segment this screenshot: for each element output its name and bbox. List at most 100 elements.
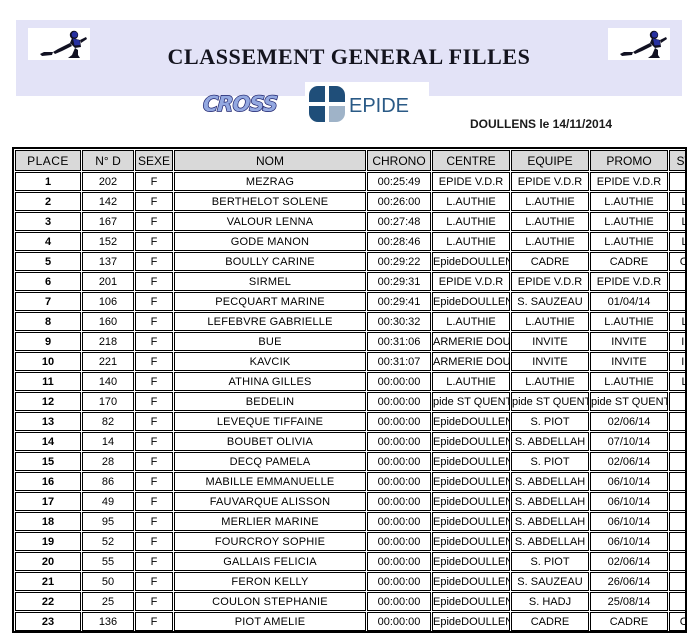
cell-chrono: 00:26:00 xyxy=(367,192,431,211)
cell-dossard: 221 xyxy=(82,352,134,371)
cell-promo: INVITE xyxy=(590,352,668,371)
cell-chrono: 00:00:00 xyxy=(367,452,431,471)
cell-dossard: 167 xyxy=(82,212,134,231)
cell-statut: VI xyxy=(669,552,685,571)
column-header-centre: CENTRE xyxy=(432,150,510,171)
epide-logo-text: EPIDE xyxy=(349,95,410,117)
column-header-nom: NOM xyxy=(174,150,366,171)
cell-centre: EPIDE V.D.R xyxy=(432,172,510,191)
cell-sexe: F xyxy=(135,172,173,191)
cell-nom: BOUBET OLIVIA xyxy=(174,432,366,451)
table-row: 22 25 F COULON STEPHANIE 00:00:00 EpideDOULLE… xyxy=(15,592,685,611)
cell-equipe: S. HADJ xyxy=(511,592,589,611)
table-row: 6 201 F SIRMEL 00:29:31 EPIDE V.D.R EPIDE V.D.… xyxy=(15,272,685,291)
cell-place: 22 xyxy=(15,592,81,611)
cell-centre: EpideDOULLENS xyxy=(432,592,510,611)
cell-sexe: F xyxy=(135,552,173,571)
table-row: 1 202 F MEZRAG 00:25:49 EPIDE V.D.R EPIDE V.D.… xyxy=(15,172,685,191)
cell-dossard: 49 xyxy=(82,492,134,511)
cell-centre: EpideDOULLENS xyxy=(432,532,510,551)
cell-promo: 06/10/14 xyxy=(590,512,668,531)
cell-sexe: F xyxy=(135,312,173,331)
cell-sexe: F xyxy=(135,472,173,491)
table-row: 2055FGALLAIS FELICIA00:00:00EpideDOULLEN… xyxy=(15,552,685,571)
cell-equipe: L.AUTHIE xyxy=(511,232,589,251)
cell-sexe: F xyxy=(135,492,173,511)
cell-equipe: S. PIOT xyxy=(511,412,589,431)
cell-statut: Lycéen xyxy=(669,372,685,391)
cell-centre: L.AUTHIE xyxy=(432,372,510,391)
cell-centre: EpideDOULLENS xyxy=(432,412,510,431)
cell-place: 23 xyxy=(15,612,81,631)
cell-centre: EpideDOULLENS xyxy=(432,452,510,471)
cell-chrono: 00:30:32 xyxy=(367,312,431,331)
cell-chrono: 00:29:22 xyxy=(367,252,431,271)
cell-place: 20 xyxy=(15,552,81,571)
cell-dossard: 202 xyxy=(82,172,134,191)
cell-promo: L.AUTHIE xyxy=(590,192,668,211)
cell-chrono: 00:00:00 xyxy=(367,572,431,591)
cell-chrono: 00:00:00 xyxy=(367,412,431,431)
cell-promo: 26/06/14 xyxy=(590,572,668,591)
cell-sexe: F xyxy=(135,352,173,371)
cell-centre: L.AUTHIE xyxy=(432,212,510,231)
cell-promo: 02/06/14 xyxy=(590,412,668,431)
table-row: 10 221 F KAVCIK 00:31:07 ARMERIE DOUL INVITE IN… xyxy=(15,352,685,371)
cell-statut: INVITE xyxy=(669,332,685,351)
cell-centre: pide ST QUENT xyxy=(432,392,510,411)
cell-dossard: 50 xyxy=(82,572,134,591)
table-row: 2150FFERON KELLY00:00:00EpideDOULLENSS. … xyxy=(15,572,685,591)
cell-equipe: EPIDE V.D.R xyxy=(511,172,589,191)
cell-nom: PECQUART MARINE xyxy=(174,292,366,311)
cell-promo: 06/10/14 xyxy=(590,532,668,551)
epide-petals-icon xyxy=(309,86,345,122)
cell-equipe: S. ABDELLAH xyxy=(511,432,589,451)
cell-place: 21 xyxy=(15,572,81,591)
cell-promo: 01/04/14 xyxy=(590,292,668,311)
cell-sexe: F xyxy=(135,272,173,291)
cell-promo: L.AUTHIE xyxy=(590,312,668,331)
cell-promo: 02/06/14 xyxy=(590,452,668,471)
cell-equipe: S. ABDELLAH xyxy=(511,532,589,551)
cell-statut: VI xyxy=(669,572,685,591)
cell-centre: EpideDOULLENS xyxy=(432,252,510,271)
cell-statut: VI xyxy=(669,392,685,411)
results-sheet: CLASSEMENT GENERAL FILLES CROSS EPIDE DO… xyxy=(0,0,699,633)
table-row: 2 142 F BERTHELOT SOLENE 00:26:00 L.AUTHIE L.A… xyxy=(15,192,685,211)
cell-sexe: F xyxy=(135,332,173,351)
cell-promo: EPIDE V.D.R xyxy=(590,272,668,291)
cell-centre: EpideDOULLENS xyxy=(432,432,510,451)
cell-equipe: S. ABDELLAH xyxy=(511,472,589,491)
cell-sexe: F xyxy=(135,532,173,551)
cell-nom: MERLIER MARINE xyxy=(174,512,366,531)
cell-sexe: F xyxy=(135,192,173,211)
table-row: 12 170 F BEDELIN 00:00:00 pide ST QUENT pide S… xyxy=(15,392,685,411)
cell-sexe: F xyxy=(135,212,173,231)
cell-sexe: F xyxy=(135,592,173,611)
column-header-dossard: N° D xyxy=(82,150,134,171)
table-row: 9 218 F BUE 00:31:06 ARMERIE DOUL INVITE INVITE… xyxy=(15,332,685,351)
cell-sexe: F xyxy=(135,512,173,531)
cell-statut: VI xyxy=(669,472,685,491)
cell-centre: ARMERIE DOUL xyxy=(432,332,510,351)
cell-equipe: INVITE xyxy=(511,332,589,351)
cell-dossard: 137 xyxy=(82,252,134,271)
cell-equipe: S. SAUZEAU xyxy=(511,572,589,591)
cell-statut: VI xyxy=(669,452,685,471)
column-header-sexe: SEXE xyxy=(135,150,173,171)
cell-sexe: F xyxy=(135,292,173,311)
cell-equipe: L.AUTHIE xyxy=(511,192,589,211)
cell-dossard: 218 xyxy=(82,332,134,351)
cell-place: 12 xyxy=(15,392,81,411)
cell-centre: L.AUTHIE xyxy=(432,232,510,251)
cell-place: 17 xyxy=(15,492,81,511)
cell-statut: Lycéen xyxy=(669,192,685,211)
cell-chrono: 00:28:46 xyxy=(367,232,431,251)
table-row: 16 86 F MABILLE EMMANUELLE 00:00:00 EpideDOUL… xyxy=(15,472,685,491)
cell-chrono: 00:00:00 xyxy=(367,492,431,511)
cell-centre: EpideDOULLENS xyxy=(432,472,510,491)
cell-sexe: F xyxy=(135,232,173,251)
table-row: 13 82 F LEVEQUE TIFFAINE 00:00:00 EpideDOULLE… xyxy=(15,412,685,431)
cell-chrono: 00:27:48 xyxy=(367,212,431,231)
cell-promo: L.AUTHIE xyxy=(590,372,668,391)
